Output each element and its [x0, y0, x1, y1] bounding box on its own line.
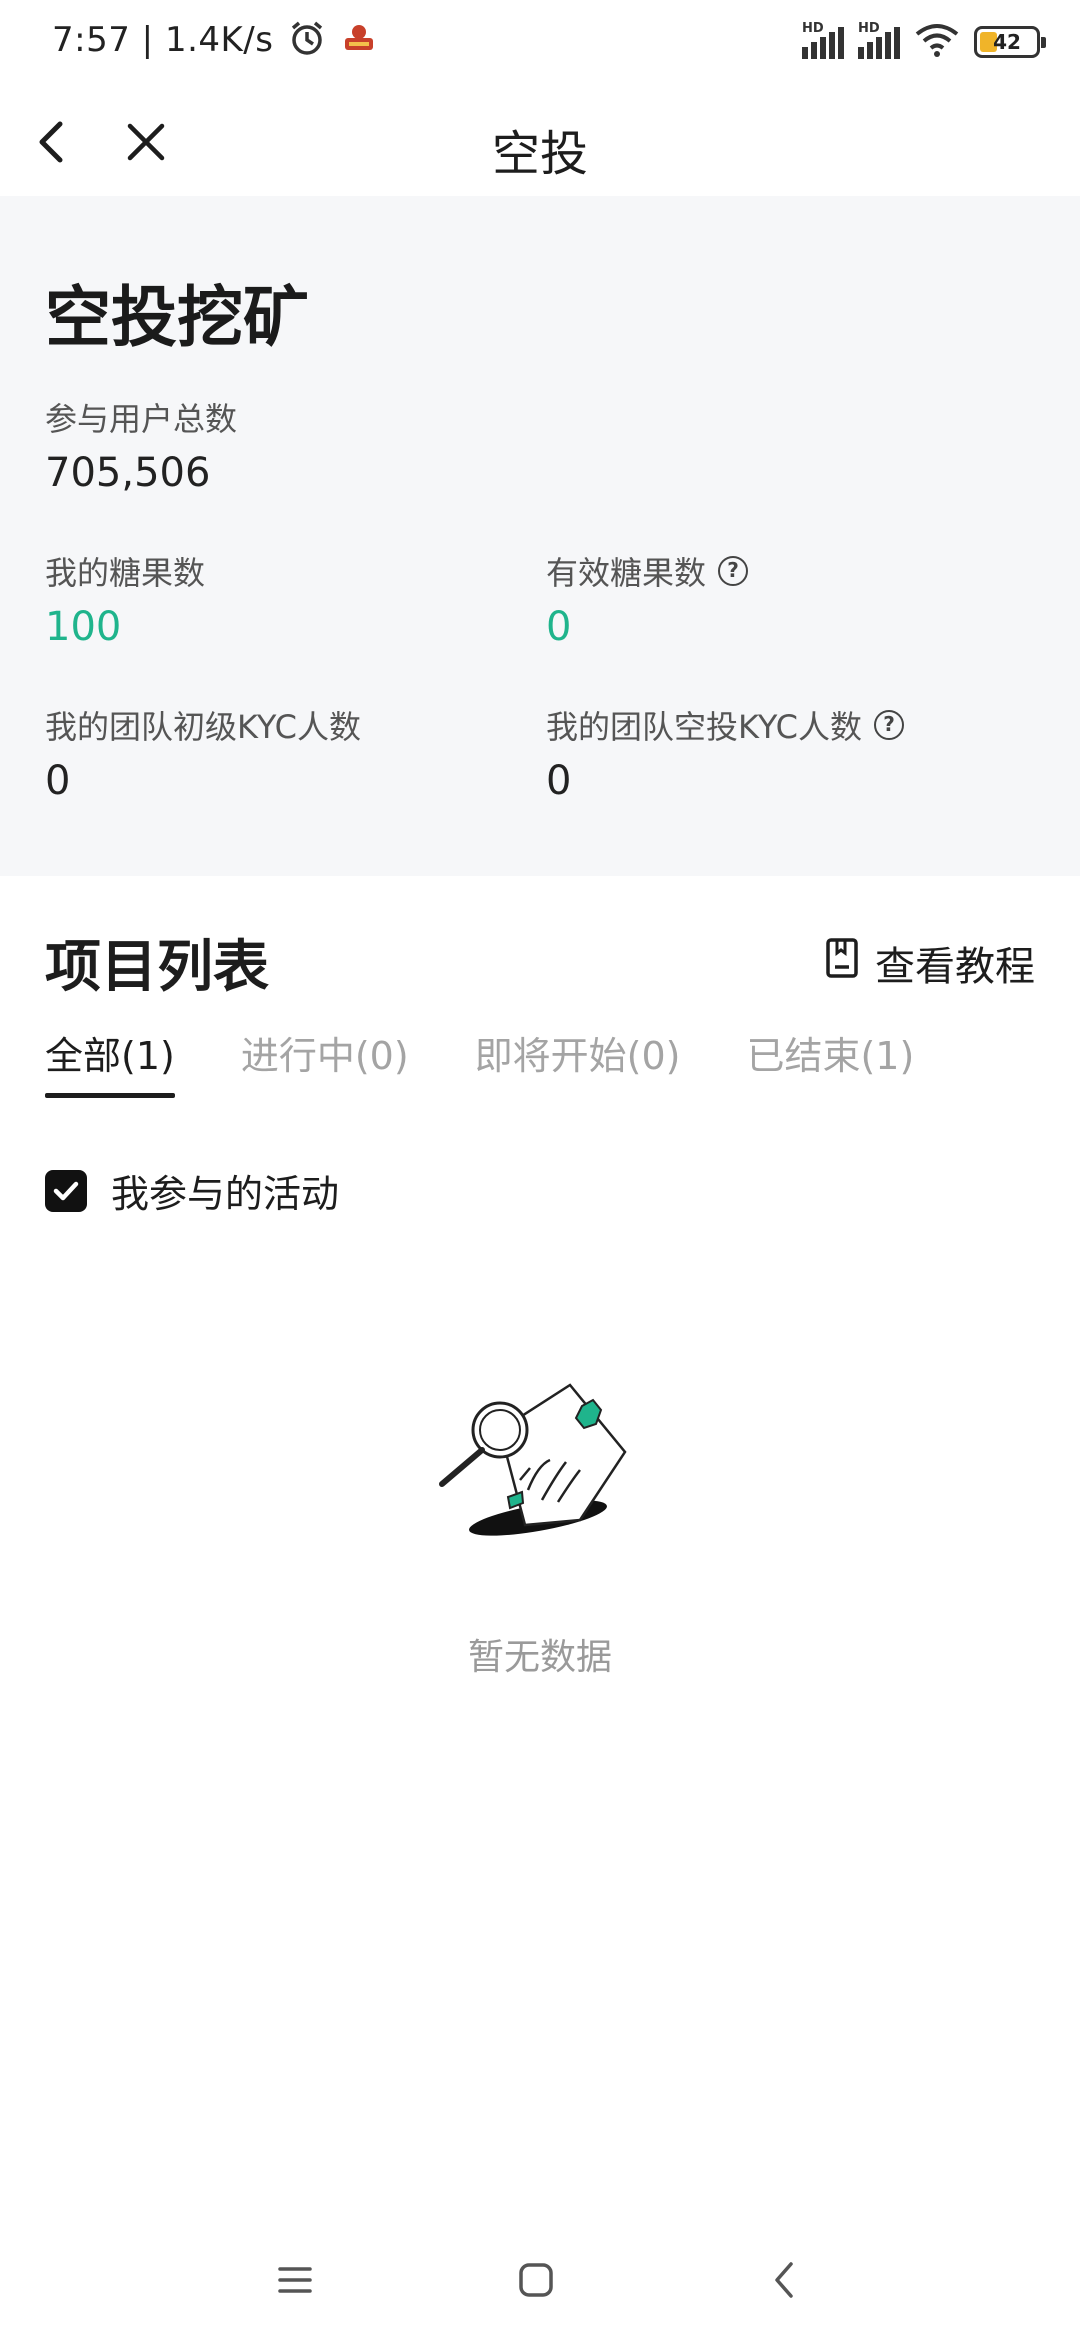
total-users-value: 705,506 [45, 450, 211, 496]
app-notification-icon [341, 20, 377, 60]
page-title: 空投 [491, 126, 588, 182]
valid-candies-value: 0 [546, 604, 572, 650]
valid-candies-stat: 有效糖果数 ? 0 [546, 548, 749, 650]
team-airdrop-kyc-label-row: 我的团队空投KYC人数 ? [546, 702, 904, 748]
team-airdrop-kyc-value: 0 [546, 758, 572, 804]
nav-bar: 空投 [0, 88, 1080, 196]
empty-state-illustration [439, 1383, 627, 1536]
question-icon[interactable]: ? [874, 710, 904, 740]
valid-candies-label: 有效糖果数 [546, 554, 707, 592]
team-airdrop-kyc-stat: 我的团队空投KYC人数 ? 0 [546, 702, 904, 804]
tab-upcoming[interactable]: 即将开始(0) [475, 1025, 681, 1098]
empty-state [0, 1380, 1080, 1584]
team-airdrop-kyc-label: 我的团队空投KYC人数 [546, 708, 862, 746]
network-speed: 1.4K/s [164, 20, 274, 60]
project-list-title: 项目列表 [45, 935, 269, 1000]
my-candies-value: 100 [45, 604, 122, 650]
my-candies-label: 我的糖果数 [45, 554, 206, 592]
team-basic-kyc-stat: 我的团队初级KYC人数 0 [45, 702, 361, 804]
my-candies-stat: 我的糖果数 100 [45, 548, 205, 650]
question-icon[interactable]: ? [718, 556, 749, 586]
home-icon[interactable] [506, 2250, 566, 2310]
stats-title: 空投挖矿 [45, 279, 309, 356]
team-basic-kyc-label: 我的团队初级KYC人数 [45, 708, 361, 746]
signal-icon-2: HD [858, 21, 900, 59]
tutorial-label: 查看教程 [875, 944, 1035, 990]
my-activities-filter[interactable]: 我参与的活动 [45, 1163, 339, 1218]
checkbox-checked-icon[interactable] [45, 1169, 87, 1212]
battery-percent: 42 [993, 30, 1021, 54]
empty-text: 暂无数据 [467, 1637, 612, 1678]
status-left: 7:57 | 1.4K/s [52, 18, 377, 62]
hd-label-2: HD [858, 21, 880, 36]
valid-candies-label-row: 有效糖果数 ? [546, 548, 749, 594]
clock-text: 7:57 [52, 20, 131, 60]
status-bar: 7:57 | 1.4K/s HD HD 42 [0, 0, 1080, 88]
tab-in-progress[interactable]: 进行中(0) [241, 1025, 409, 1098]
wifi-icon [914, 22, 960, 62]
project-tabs: 全部(1) 进行中(0) 即将开始(0) 已结束(1) [45, 1025, 914, 1098]
signal-icon: HD [802, 21, 844, 59]
status-time: 7:57 | 1.4K/s [52, 20, 274, 60]
total-users-label: 参与用户总数 [45, 400, 238, 438]
tab-all[interactable]: 全部(1) [45, 1025, 175, 1098]
battery-icon: 42 [974, 26, 1046, 58]
total-users-stat: 参与用户总数 705,506 [45, 394, 237, 496]
my-activities-label: 我参与的活动 [111, 1172, 340, 1216]
stats-panel: 空投挖矿 参与用户总数 705,506 我的糖果数 100 有效糖果数 ? 0 … [0, 196, 1080, 876]
team-basic-kyc-value: 0 [45, 758, 71, 804]
system-nav-bar [0, 2220, 1080, 2340]
status-right: HD HD 42 [802, 21, 1046, 62]
menu-icon[interactable] [265, 2250, 325, 2310]
tutorial-icon [825, 937, 859, 989]
hd-label: HD [802, 21, 824, 36]
alarm-icon [287, 18, 327, 62]
tab-ended[interactable]: 已结束(1) [746, 1025, 914, 1098]
tutorial-link[interactable]: 查看教程 [825, 934, 1035, 992]
back-nav-icon[interactable] [755, 2250, 815, 2310]
